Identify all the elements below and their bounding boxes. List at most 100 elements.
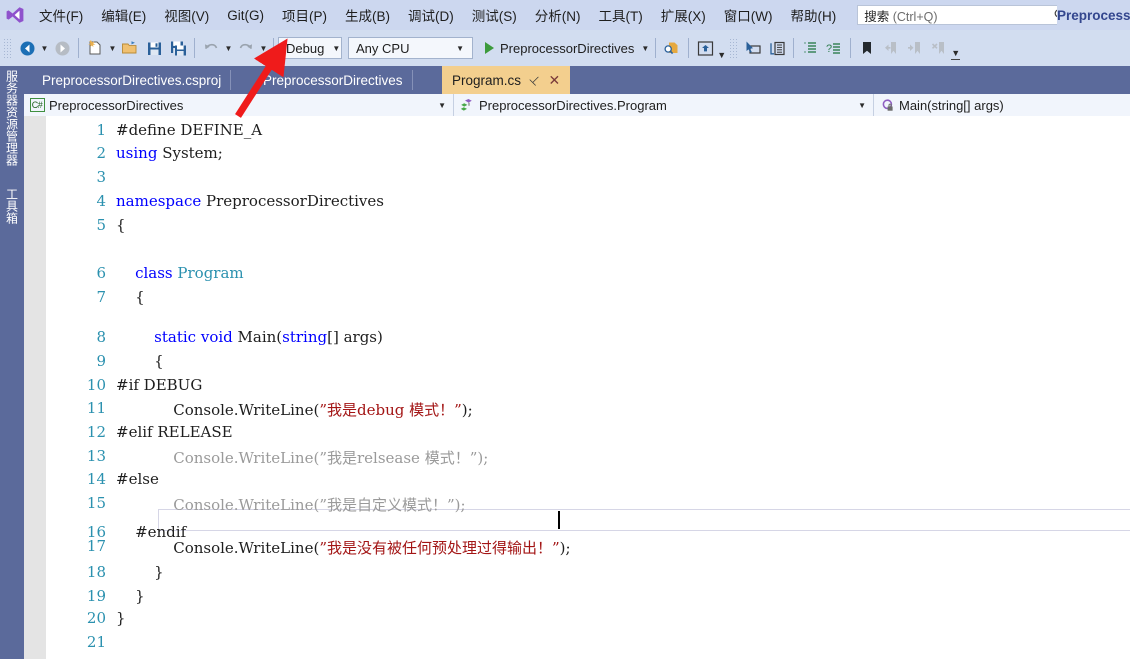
comment-icon: ? [826, 43, 841, 55]
navigate-back-button[interactable] [15, 36, 39, 60]
code-token: void [200, 328, 233, 346]
code-line[interactable]: Console.WriteLine(”我是relsease 模式！”); [116, 447, 488, 468]
code-token: ”我是没有被任何预处理过得输出！” [319, 539, 560, 557]
document-tab-strip: PreprocessorDirectives.csproj Preprocess… [24, 66, 1130, 94]
line-number: 13 [86, 447, 106, 465]
menu-item-view[interactable]: 视图(V) [155, 3, 218, 27]
code-line[interactable]: Console.WriteLine(”我是debug 模式！”); [116, 399, 472, 420]
tab-preprocessordirectives-csproj[interactable]: PreprocessorDirectives.csproj [32, 66, 232, 94]
code-token: } [116, 609, 126, 627]
code-line[interactable]: static void Main(string[] args) [116, 328, 383, 346]
menu-item-debug[interactable]: 调试(D) [399, 3, 463, 27]
menu-item-extensions[interactable]: 扩展(X) [652, 3, 715, 27]
code-line[interactable]: } [116, 587, 145, 605]
new-item-button[interactable] [83, 36, 107, 60]
save-all-button[interactable] [166, 36, 190, 60]
new-item-dropdown[interactable]: ▼ [107, 36, 118, 60]
toolbar-grip[interactable] [729, 38, 740, 58]
solution-configuration-combobox[interactable]: Debug ▼ [278, 37, 342, 59]
previous-bookmark-button[interactable] [879, 36, 903, 60]
start-debugging-button[interactable]: PreprocessorDirectives ▼ [479, 36, 651, 60]
menu-item-file[interactable]: 文件(F) [30, 3, 92, 27]
close-icon[interactable]: ✕ [548, 72, 560, 89]
open-file-button[interactable] [118, 36, 142, 60]
menu-item-analyze[interactable]: 分析(N) [526, 3, 590, 27]
code-surface[interactable]: 1 #define DEFINE_A 2 using System; 3 4 namespa… [46, 116, 1130, 659]
save-icon [147, 42, 161, 55]
code-token: Main( [232, 328, 283, 346]
code-line[interactable]: #elif RELEASE [116, 423, 233, 441]
code-line[interactable]: } [116, 609, 126, 627]
code-line[interactable]: using System; [116, 144, 223, 162]
select-element-button[interactable] [741, 36, 765, 60]
toolbar-overflow-button[interactable]: ▼ [951, 36, 961, 61]
navigate-back-dropdown[interactable]: ▼ [39, 36, 50, 60]
menu-item-window[interactable]: 窗口(W) [715, 3, 782, 27]
toolbar-grip[interactable] [3, 38, 13, 58]
code-line[interactable]: { [116, 216, 126, 234]
indent-button[interactable] [798, 36, 822, 60]
menu-item-edit[interactable]: 编辑(E) [92, 3, 155, 27]
line-number: 5 [96, 216, 106, 234]
code-token: } [116, 563, 164, 581]
menu-bar: 文件(F) 编辑(E) 视图(V) Git(G) 项目(P) 生成(B) 调试(… [0, 0, 1130, 30]
tab-divider [411, 70, 413, 90]
tab-program-cs[interactable]: Program.cs ⊥ ✕ [442, 66, 571, 94]
menu-item-test[interactable]: 测试(S) [463, 3, 526, 27]
menu-item-build[interactable]: 生成(B) [336, 3, 399, 27]
navigate-forward-button[interactable] [50, 36, 74, 60]
menu-item-help[interactable]: 帮助(H) [781, 3, 845, 27]
menu-item-git[interactable]: Git(G) [218, 3, 273, 27]
code-line[interactable]: namespace PreprocessorDirectives [116, 192, 384, 210]
code-line[interactable]: #else [116, 470, 159, 488]
save-button[interactable] [142, 36, 166, 60]
code-token: Console.WriteLine(”我是自定义模式！”); [116, 496, 466, 514]
pin-icon[interactable]: ⊥ [527, 71, 544, 88]
indent-icon [804, 42, 817, 53]
comment-button[interactable]: ? [822, 36, 846, 60]
redo-dropdown[interactable]: ▼ [258, 36, 269, 60]
tab-label: PreprocessorDirectives [263, 72, 403, 88]
code-token: { [116, 216, 126, 234]
line-number: 1 [96, 121, 106, 139]
line-number: 19 [86, 587, 106, 605]
code-editor[interactable]: 1 #define DEFINE_A 2 using System; 3 4 namespa… [24, 116, 1130, 659]
layout-panel-button[interactable] [765, 36, 789, 60]
menu-item-project[interactable]: 项目(P) [273, 3, 336, 27]
code-line[interactable]: class Program [116, 264, 244, 282]
code-line[interactable]: Console.WriteLine(”我是没有被任何预处理过得输出！”); [116, 537, 570, 558]
code-line[interactable]: { [116, 352, 164, 370]
toggle-bookmark-button[interactable] [855, 36, 879, 60]
navbar-member-dropdown[interactable]: Main(string[] args) [874, 94, 1130, 116]
next-bookmark-button[interactable] [903, 36, 927, 60]
line-number: 4 [96, 192, 106, 210]
find-in-files-button[interactable] [660, 36, 684, 60]
line-number: 6 [96, 264, 106, 282]
code-line[interactable]: } [116, 563, 164, 581]
undo-dropdown[interactable]: ▼ [223, 36, 234, 60]
chevron-down-icon[interactable]: ▼ [634, 44, 649, 53]
line-number: 7 [96, 288, 106, 306]
navbar-project-dropdown[interactable]: C# PreprocessorDirectives ▼ [24, 94, 454, 116]
chevron-down-icon: ▼ [438, 100, 446, 110]
dock-tab-toolbox[interactable]: 工具箱 [0, 184, 24, 246]
menu-item-tools[interactable]: 工具(T) [590, 3, 652, 27]
code-line[interactable]: { [116, 288, 145, 306]
solution-platform-combobox[interactable]: Any CPU ▼ [348, 37, 473, 59]
redo-button[interactable] [234, 36, 258, 60]
tab-preprocessordirectives[interactable]: PreprocessorDirectives [253, 66, 413, 94]
code-line[interactable]: #if DEBUG [116, 376, 202, 394]
code-line[interactable]: Console.WriteLine(”我是自定义模式！”); [116, 494, 466, 515]
editor-indicator-margin[interactable] [24, 116, 46, 659]
undo-button[interactable] [199, 36, 223, 60]
window-snapshot-button[interactable] [693, 36, 717, 60]
snapshot-dropdown[interactable]: ▼ [717, 36, 726, 61]
window-snapshot-icon [697, 40, 713, 56]
code-line[interactable]: #define DEFINE_A [116, 121, 262, 139]
search-input[interactable]: 搜索 (Ctrl+Q) [857, 5, 1073, 25]
clear-bookmarks-button[interactable] [927, 36, 951, 60]
dock-tab-server-explorer[interactable]: 服务器资源管理器 [0, 66, 24, 178]
navbar-type-dropdown[interactable]: PreprocessorDirectives.Program ▼ [454, 94, 874, 116]
